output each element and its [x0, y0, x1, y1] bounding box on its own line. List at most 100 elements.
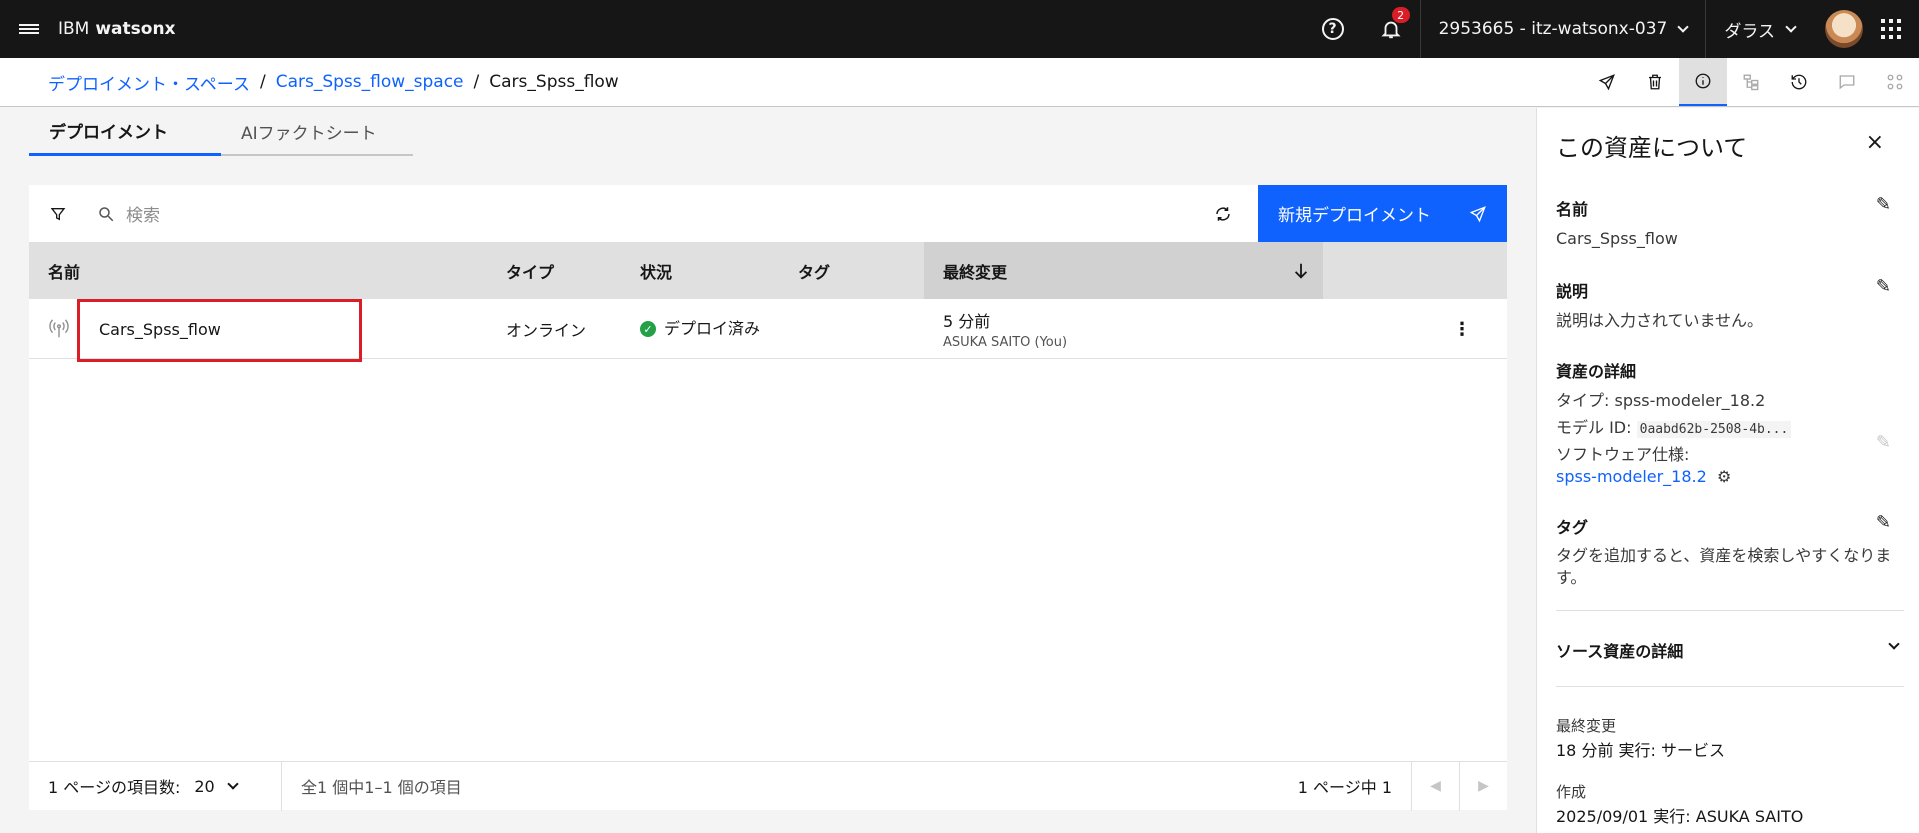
help-icon[interactable]: ? [1304, 0, 1362, 58]
edit-tags-icon[interactable]: ✎ [1876, 512, 1891, 533]
comment-icon[interactable] [1823, 58, 1871, 106]
status-label: デプロイ済み [664, 318, 761, 338]
created-label: 作成 [1556, 783, 1587, 801]
deploy-icon[interactable] [1583, 58, 1631, 106]
brand-prefix: IBM [58, 19, 90, 39]
chevron-down-icon [1785, 20, 1797, 33]
column-header-status[interactable]: 状況 [640, 242, 672, 299]
search-input[interactable]: 検索 [126, 201, 160, 226]
new-deployment-label: 新規デプロイメント [1278, 206, 1431, 226]
menu-icon[interactable] [0, 0, 58, 58]
chevron-down-icon [1888, 638, 1900, 650]
about-asset-panel: この資産について × 名前 ✎ Cars_Spss_flow 説明 ✎ 説明は入… [1536, 108, 1919, 833]
app-switcher-icon[interactable] [1881, 19, 1901, 39]
asset-details-label: 資産の詳細 [1556, 362, 1637, 381]
region-name: ダラス [1724, 21, 1775, 42]
notification-badge: 2 [1391, 7, 1410, 23]
breadcrumb-separator: / [259, 72, 266, 92]
modified-by: ASUKA SAITO (You) [943, 335, 1068, 350]
table-header: 名前 タイプ 状況 タグ 最終変更 [29, 242, 1507, 299]
tab-list: デプロイメント AIファクトシート [29, 108, 413, 156]
name-value: Cars_Spss_flow [1556, 229, 1678, 248]
breadcrumb-current: Cars_Spss_flow [489, 72, 619, 92]
column-header-name[interactable]: 名前 [48, 242, 80, 299]
new-deployment-button[interactable]: 新規デプロイメント [1258, 185, 1507, 242]
description-label: 説明 [1556, 282, 1589, 301]
delete-icon[interactable] [1631, 58, 1679, 106]
related-assets-icon[interactable] [1871, 58, 1919, 106]
breadcrumb: デプロイメント・スペース / Cars_Spss_flow_space / Ca… [0, 57, 1919, 107]
previous-page-icon[interactable]: ◀ [1411, 761, 1459, 811]
divider [1556, 686, 1904, 687]
close-icon[interactable]: × [1866, 130, 1884, 155]
deployment-status: ✓ デプロイ済み [640, 299, 760, 359]
item-range: 全1 個中1–1 個の項目 [301, 778, 462, 797]
notification-icon[interactable]: 2 [1362, 0, 1420, 58]
tab-ai-factsheet[interactable]: AIファクトシート [221, 108, 413, 156]
overflow-menu-icon[interactable]: ⋮ [1453, 299, 1471, 359]
name-label: 名前 [1556, 200, 1589, 219]
deployment-name-link[interactable]: Cars_Spss_flow [99, 299, 221, 359]
info-icon[interactable] [1679, 57, 1727, 106]
deployments-table: 検索 新規デプロイメント 名前 タイプ 状況 タグ 最終変更 Cars_Spss… [29, 185, 1507, 811]
checkmark-icon: ✓ [640, 321, 656, 337]
breadcrumb-separator: / [473, 72, 480, 92]
tags-label: タグ [1556, 518, 1589, 537]
software-spec-link[interactable]: spss-modeler_18.2 [1556, 467, 1707, 486]
next-page-icon[interactable]: ▶ [1459, 761, 1507, 811]
history-icon[interactable] [1775, 58, 1823, 106]
sort-descending-icon [1294, 263, 1308, 279]
table-row[interactable]: Cars_Spss_flow オンライン ✓ デプロイ済み 5 分前 ASUKA… [29, 299, 1507, 362]
column-header-type[interactable]: タイプ [506, 242, 554, 299]
modified-time: 5 分前 [943, 312, 991, 331]
account-name: 2953665 - itz-watsonx-037 [1438, 19, 1668, 39]
top-header: IBM watsonx ? 2 2953665 - itz-watsonx-03… [0, 0, 1919, 58]
model-id: モデル ID: 0aabd62b-2508-4b... [1556, 417, 1896, 439]
column-header-last-modified[interactable]: 最終変更 [924, 242, 1323, 299]
deployment-type: オンライン [506, 321, 587, 340]
software-spec: spss-modeler_18.2 ⚙ [1556, 466, 1896, 488]
asset-toolbar [1583, 57, 1919, 107]
column-header-last-modified-label: 最終変更 [943, 262, 1008, 282]
description-value: 説明は入力されていません。 [1556, 311, 1764, 330]
tags-hint: タグを追加すると、資産を検索しやすくなります。 [1556, 546, 1892, 587]
model-id-value: 0aabd62b-2508-4b... [1636, 421, 1792, 438]
asset-type: タイプ: spss-modeler_18.2 [1556, 391, 1766, 410]
refresh-icon[interactable] [1199, 185, 1247, 242]
items-per-page-value: 20 [194, 776, 215, 796]
account-switcher[interactable]: 2953665 - itz-watsonx-037 [1419, 0, 1706, 58]
lineage-icon[interactable] [1727, 58, 1775, 106]
settings-icon[interactable]: ⚙ [1712, 467, 1731, 486]
page-indicator: 1 ページ中 1 [1297, 778, 1392, 797]
edit-name-icon[interactable]: ✎ [1876, 194, 1891, 215]
table-toolbar: 検索 新規デプロイメント [29, 185, 1507, 242]
filter-icon[interactable] [29, 185, 86, 242]
region-switcher[interactable]: ダラス [1705, 0, 1813, 58]
online-deployment-icon [48, 299, 70, 359]
deploy-icon [1469, 205, 1486, 222]
divider [1556, 610, 1904, 611]
pagination: 1 ページの項目数: 20 全1 個中1–1 個の項目 1 ページ中 1 ◀ ▶ [29, 761, 1507, 811]
source-asset-details-toggle[interactable]: ソース資産の詳細 [1556, 638, 1904, 662]
model-id-label: モデル ID: [1556, 418, 1632, 437]
avatar[interactable] [1825, 10, 1863, 48]
search-icon [86, 205, 126, 223]
source-asset-details-label: ソース資産の詳細 [1556, 642, 1684, 661]
breadcrumb-link-spaces[interactable]: デプロイメント・スペース [48, 70, 250, 95]
product-brand[interactable]: IBM watsonx [58, 19, 176, 39]
column-header-tags[interactable]: タグ [798, 242, 830, 299]
software-spec-label: ソフトウェア仕様: [1556, 445, 1690, 464]
breadcrumb-link-space[interactable]: Cars_Spss_flow_space [276, 72, 464, 92]
chevron-down-icon [1677, 20, 1689, 33]
deployment-last-modified: 5 分前 ASUKA SAITO (You) [943, 299, 1067, 359]
brand-name: watsonx [95, 19, 176, 39]
last-modified-value: 18 分前 実行: サービス [1556, 741, 1726, 760]
edit-description-icon[interactable]: ✎ [1876, 276, 1891, 297]
last-modified-label: 最終変更 [1556, 717, 1617, 735]
items-per-page[interactable]: 1 ページの項目数: 20 [29, 761, 282, 811]
chevron-down-icon [227, 777, 239, 790]
tab-deployments[interactable]: デプロイメント [29, 108, 221, 156]
panel-title: この資産について [1556, 134, 1748, 162]
items-per-page-label: 1 ページの項目数: [48, 778, 181, 797]
created-value: 2025/09/01 実行: ASUKA SAITO [1556, 807, 1804, 826]
